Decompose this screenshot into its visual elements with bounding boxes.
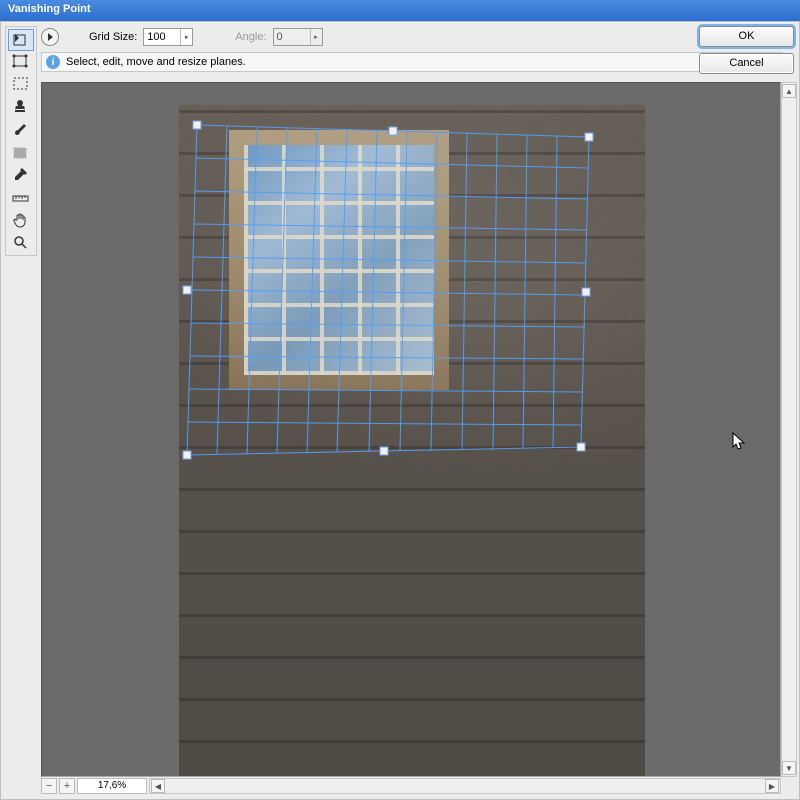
flyout-menu-button[interactable]: [41, 28, 59, 46]
grid-size-stepper[interactable]: ▸: [180, 29, 192, 45]
stamp-tool[interactable]: [8, 95, 34, 117]
create-plane-tool[interactable]: [8, 51, 34, 73]
angle-label: Angle:: [235, 31, 266, 43]
hint-bar: i Select, edit, move and resize planes.: [41, 52, 783, 72]
vertical-scrollbar[interactable]: ▲ ▼: [781, 82, 797, 777]
info-icon: i: [46, 55, 60, 69]
canvas[interactable]: [41, 82, 781, 777]
zoom-tool[interactable]: [8, 231, 34, 253]
ok-button[interactable]: OK: [699, 26, 794, 47]
zoom-value[interactable]: 17,6%: [77, 778, 147, 794]
zoom-in-button[interactable]: +: [59, 778, 75, 794]
transform-tool[interactable]: [8, 143, 34, 165]
measure-tool[interactable]: [8, 187, 34, 209]
toolbar: [5, 26, 37, 256]
cancel-button[interactable]: Cancel: [699, 53, 794, 74]
texture-overlay: [179, 105, 645, 777]
grid-size-input[interactable]: ▸: [143, 28, 193, 46]
brush-tool[interactable]: [8, 117, 34, 139]
hand-tool[interactable]: [8, 209, 34, 231]
scroll-up-button[interactable]: ▲: [782, 84, 796, 98]
document-image[interactable]: [179, 105, 645, 777]
scroll-down-button[interactable]: ▼: [782, 761, 796, 775]
scroll-right-button[interactable]: ▶: [765, 779, 779, 793]
angle-stepper: ▸: [310, 29, 322, 45]
scroll-left-button[interactable]: ◀: [151, 779, 165, 793]
window-title: Vanishing Point: [8, 3, 91, 15]
angle-field: [274, 29, 310, 45]
horizontal-scrollbar[interactable]: ◀ ▶: [149, 778, 781, 794]
titlebar: Vanishing Point: [0, 0, 800, 21]
dialog-buttons: OK Cancel: [699, 26, 794, 74]
bottom-bar: − + 17,6% ◀ ▶: [41, 777, 781, 795]
window-body: Grid Size: ▸ Angle: ▸ i Select, edit, mo…: [0, 21, 800, 800]
grid-size-label: Grid Size:: [89, 31, 137, 43]
options-bar: Grid Size: ▸ Angle: ▸ i Select, edit, mo…: [41, 26, 791, 76]
eyedropper-tool[interactable]: [8, 165, 34, 187]
marquee-tool[interactable]: [8, 73, 34, 95]
edit-plane-tool[interactable]: [8, 29, 34, 51]
angle-input: ▸: [273, 28, 323, 46]
grid-size-field[interactable]: [144, 29, 180, 45]
hint-text: Select, edit, move and resize planes.: [66, 56, 246, 68]
zoom-out-button[interactable]: −: [41, 778, 57, 794]
